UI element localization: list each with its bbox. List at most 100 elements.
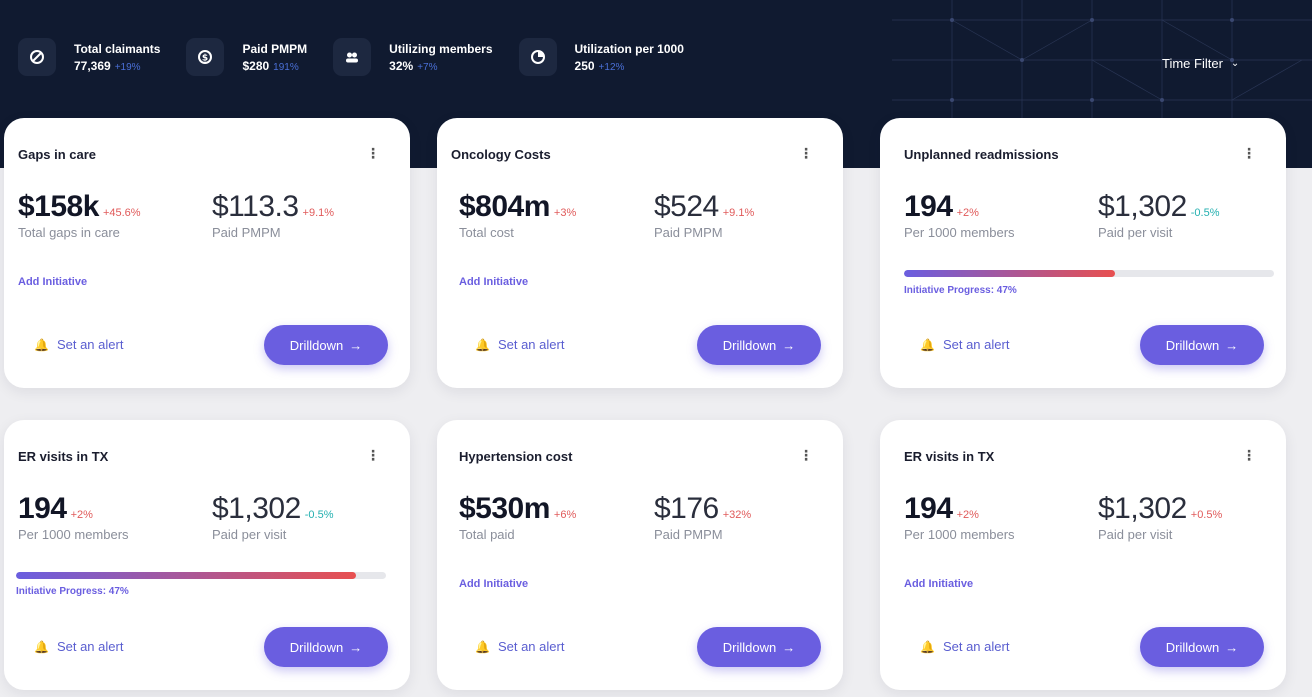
card-title: Oncology Costs bbox=[451, 147, 551, 162]
metric-label: Total cost bbox=[459, 225, 514, 240]
metric-label: Per 1000 members bbox=[18, 527, 129, 542]
metric-change: +9.1% bbox=[302, 207, 335, 219]
primary-metric: $530m +6% Total paid bbox=[459, 492, 576, 542]
bell-icon: 🔔 bbox=[920, 639, 935, 654]
set-alert-button[interactable]: 🔔 Set an alert bbox=[475, 639, 564, 654]
progress-label: Initiative Progress: 47% bbox=[904, 285, 1017, 296]
metric-value: 194 bbox=[904, 190, 953, 223]
time-filter-label: Time Filter bbox=[1162, 56, 1223, 71]
initiative-progress-bar bbox=[16, 572, 386, 579]
stat-change: +19% bbox=[114, 62, 141, 73]
more-options-icon[interactable]: ⋮ bbox=[799, 447, 813, 464]
metric-label: Paid per visit bbox=[1098, 225, 1173, 240]
set-alert-button[interactable]: 🔔 Set an alert bbox=[34, 337, 123, 352]
members-icon bbox=[333, 38, 372, 76]
stat-change: 191% bbox=[273, 62, 299, 73]
add-initiative-link[interactable]: Add Initiative bbox=[18, 276, 87, 288]
set-alert-label: Set an alert bbox=[942, 639, 1010, 654]
more-options-icon[interactable]: ⋮ bbox=[799, 145, 813, 162]
time-filter-dropdown[interactable]: Time Filter ⌄ bbox=[1162, 56, 1239, 71]
set-alert-button[interactable]: 🔔 Set an alert bbox=[475, 337, 564, 352]
bell-icon: 🔔 bbox=[475, 639, 490, 654]
set-alert-label: Set an alert bbox=[497, 337, 565, 352]
metric-change: +2% bbox=[956, 207, 979, 219]
metric-value: $158k bbox=[18, 190, 99, 223]
progress-fill bbox=[904, 270, 1115, 277]
metric-value: $176 bbox=[654, 492, 719, 525]
bell-icon: 🔔 bbox=[475, 337, 490, 352]
metric-change: +0.5% bbox=[1190, 509, 1223, 521]
drilldown-button[interactable]: Drilldown → bbox=[264, 325, 388, 365]
arrow-right-icon: → bbox=[1225, 337, 1239, 353]
metric-change: -0.5% bbox=[1190, 207, 1220, 219]
card-oncology-costs: Oncology Costs ⋮ $804m +3% Total cost $52… bbox=[437, 118, 843, 388]
stat-utilizing-members: Utilizing members 32% +7% bbox=[333, 38, 493, 76]
set-alert-button[interactable]: 🔔 Set an alert bbox=[920, 337, 1009, 352]
arrow-right-icon: → bbox=[1225, 639, 1239, 655]
metric-value: $530m bbox=[459, 492, 550, 525]
stat-change: +12% bbox=[598, 62, 625, 73]
drilldown-button[interactable]: Drilldown → bbox=[697, 325, 821, 365]
primary-metric: 194 +2% Per 1000 members bbox=[904, 492, 1015, 542]
metric-label: Per 1000 members bbox=[904, 225, 1015, 240]
metric-value: $1,302 bbox=[1098, 190, 1187, 223]
card-title: ER visits in TX bbox=[904, 449, 995, 464]
primary-metric: $158k +45.6% Total gaps in care bbox=[18, 190, 141, 240]
arrow-right-icon: → bbox=[349, 639, 363, 655]
primary-metric: 194 +2% Per 1000 members bbox=[18, 492, 129, 542]
metric-value: $1,302 bbox=[1098, 492, 1187, 525]
metric-value: $113.3 bbox=[212, 190, 299, 223]
metric-label: Paid per visit bbox=[1098, 527, 1173, 542]
stat-label: Paid PMPM bbox=[242, 42, 308, 56]
drilldown-label: Drilldown bbox=[289, 639, 344, 655]
more-options-icon[interactable]: ⋮ bbox=[366, 145, 380, 162]
progress-fill bbox=[16, 572, 357, 579]
utilization-icon bbox=[518, 38, 557, 76]
drilldown-label: Drilldown bbox=[722, 337, 777, 353]
drilldown-button[interactable]: Drilldown → bbox=[264, 627, 388, 667]
bell-icon: 🔔 bbox=[34, 639, 49, 654]
drilldown-button[interactable]: Drilldown → bbox=[1140, 627, 1264, 667]
drilldown-button[interactable]: Drilldown → bbox=[1140, 325, 1264, 365]
set-alert-button[interactable]: 🔔 Set an alert bbox=[34, 639, 123, 654]
add-initiative-link[interactable]: Add Initiative bbox=[904, 578, 973, 590]
metric-change: +2% bbox=[70, 509, 93, 521]
card-er-visits-tx-2: ER visits in TX ⋮ 194 +2% Per 1000 member… bbox=[880, 420, 1286, 690]
metric-change: +6% bbox=[553, 509, 577, 521]
metric-label: Paid PMPM bbox=[654, 527, 723, 542]
secondary-metric: $1,302 -0.5% Paid per visit bbox=[1098, 190, 1220, 240]
card-title: Unplanned readmissions bbox=[904, 147, 1059, 162]
set-alert-label: Set an alert bbox=[56, 639, 124, 654]
svg-text:$: $ bbox=[202, 54, 208, 64]
chevron-down-icon: ⌄ bbox=[1230, 58, 1240, 69]
add-initiative-link[interactable]: Add Initiative bbox=[459, 276, 528, 288]
metric-value: 194 bbox=[18, 492, 67, 525]
claimants-icon bbox=[18, 38, 56, 76]
card-er-visits-tx: ER visits in TX ⋮ 194 +2% Per 1000 member… bbox=[4, 420, 410, 690]
card-title: Hypertension cost bbox=[459, 449, 573, 464]
arrow-right-icon: → bbox=[782, 337, 796, 353]
stat-utilization-per-1000: Utilization per 1000 250 +12% bbox=[518, 38, 684, 76]
metric-change: +32% bbox=[722, 509, 752, 521]
secondary-metric: $1,302 +0.5% Paid per visit bbox=[1098, 492, 1222, 542]
metric-label: Total paid bbox=[459, 527, 515, 542]
set-alert-label: Set an alert bbox=[942, 337, 1010, 352]
primary-metric: 194 +2% Per 1000 members bbox=[904, 190, 1015, 240]
set-alert-label: Set an alert bbox=[497, 639, 565, 654]
add-initiative-link[interactable]: Add Initiative bbox=[459, 578, 528, 590]
card-hypertension-cost: Hypertension cost ⋮ $530m +6% Total paid … bbox=[437, 420, 843, 690]
set-alert-button[interactable]: 🔔 Set an alert bbox=[920, 639, 1009, 654]
initiative-progress-bar bbox=[904, 270, 1274, 277]
metric-value: $804m bbox=[459, 190, 550, 223]
more-options-icon[interactable]: ⋮ bbox=[366, 447, 380, 464]
drilldown-button[interactable]: Drilldown → bbox=[697, 627, 821, 667]
more-options-icon[interactable]: ⋮ bbox=[1242, 447, 1256, 464]
card-title: ER visits in TX bbox=[18, 449, 109, 464]
more-options-icon[interactable]: ⋮ bbox=[1242, 145, 1256, 162]
arrow-right-icon: → bbox=[782, 639, 796, 655]
stat-label: Utilizing members bbox=[389, 42, 493, 56]
card-title: Gaps in care bbox=[18, 147, 97, 162]
stat-value: $280 bbox=[242, 59, 270, 73]
drilldown-label: Drilldown bbox=[1165, 337, 1220, 353]
stat-value: 77,369 bbox=[74, 59, 111, 73]
